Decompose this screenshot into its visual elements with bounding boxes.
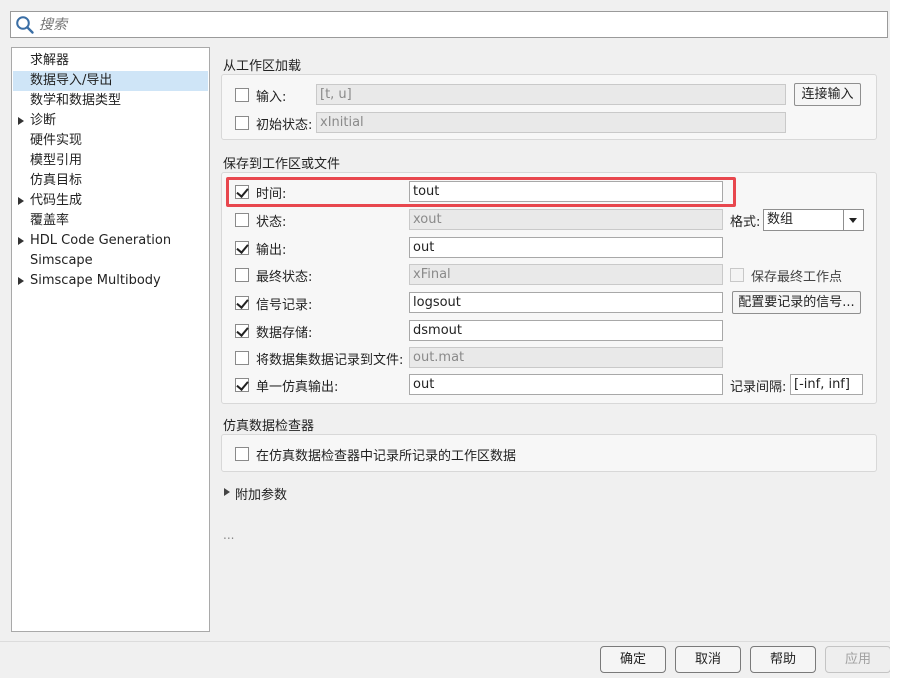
search-icon <box>16 16 34 34</box>
tree-item-label: 数学和数据类型 <box>30 93 122 108</box>
output-field[interactable]: out <box>409 237 723 258</box>
input-checkbox[interactable] <box>235 88 249 102</box>
section-title-load: 从工作区加载 <box>223 59 302 74</box>
single-output-checkbox[interactable] <box>235 378 249 392</box>
log-dataset-label: 将数据集数据记录到文件: <box>256 353 404 368</box>
expand-arrow-icon[interactable] <box>18 117 24 125</box>
final-states-label: 最终状态: <box>256 270 313 285</box>
tree-item-code-generation[interactable]: 代码生成 <box>13 191 208 211</box>
chevron-down-icon[interactable] <box>843 210 863 230</box>
category-tree: 求解器 数据导入/导出 数学和数据类型 诊断 硬件实现 模型引用 仿真目标 代码… <box>11 47 210 632</box>
tree-item-label: 诊断 <box>30 113 57 128</box>
single-output-field[interactable]: out <box>409 374 723 395</box>
single-output-label: 单一仿真输出: <box>256 380 339 395</box>
states-checkbox[interactable] <box>235 213 249 227</box>
additional-params-label[interactable]: 附加参数 <box>235 484 287 503</box>
format-label: 格式: <box>730 215 761 230</box>
output-label: 输出: <box>256 243 287 258</box>
sdi-record-label: 在仿真数据检查器中记录所记录的工作区数据 <box>256 449 517 464</box>
search-bar[interactable] <box>10 11 888 38</box>
help-button[interactable]: 帮助 <box>750 646 816 673</box>
tree-item-label: 仿真目标 <box>30 173 83 188</box>
tree-item-hardware-implementation[interactable]: 硬件实现 <box>13 131 208 151</box>
apply-button[interactable]: 应用 <box>825 646 891 673</box>
section-title-sdi: 仿真数据检查器 <box>223 419 315 434</box>
tree-item-label: Simscape Multibody <box>30 273 161 288</box>
save-final-op-checkbox[interactable] <box>730 268 744 282</box>
sdi-record-checkbox[interactable] <box>235 447 249 461</box>
tree-item-simulation-target[interactable]: 仿真目标 <box>13 171 208 191</box>
initial-state-checkbox[interactable] <box>235 116 249 130</box>
save-final-op-label: 保存最终工作点 <box>751 270 843 285</box>
cancel-button[interactable]: 取消 <box>675 646 741 673</box>
tree-item-label: 求解器 <box>30 53 70 68</box>
save-group <box>221 172 877 404</box>
section-title-save: 保存到工作区或文件 <box>223 157 341 172</box>
ok-button[interactable]: 确定 <box>600 646 666 673</box>
expand-arrow-icon[interactable] <box>18 277 24 285</box>
final-states-field[interactable]: xFinal <box>409 264 723 285</box>
states-field[interactable]: xout <box>409 209 723 230</box>
initial-state-label: 初始状态: <box>256 118 313 133</box>
format-value: 数组 <box>767 212 794 227</box>
tree-item-label: 覆盖率 <box>30 213 70 228</box>
input-label: 输入: <box>256 90 287 105</box>
expand-arrow-icon[interactable] <box>18 197 24 205</box>
logging-intervals-label: 记录间隔: <box>730 380 787 395</box>
initial-state-field[interactable]: xInitial <box>316 112 786 133</box>
tree-item-simscape-multibody[interactable]: Simscape Multibody <box>13 271 208 291</box>
tree-item-data-import-export[interactable]: 数据导入/导出 <box>13 71 208 91</box>
states-label: 状态: <box>256 215 287 230</box>
tree-item-label: Simscape <box>30 253 93 268</box>
logging-intervals-field[interactable]: [-inf, inf] <box>790 374 863 395</box>
output-checkbox[interactable] <box>235 241 249 255</box>
connect-input-button[interactable]: 连接输入 <box>794 83 861 106</box>
divider <box>0 641 890 642</box>
input-field[interactable]: [t, u] <box>316 84 786 105</box>
tree-item-simscape[interactable]: Simscape <box>13 251 208 271</box>
configuration-parameters-window: 求解器 数据导入/导出 数学和数据类型 诊断 硬件实现 模型引用 仿真目标 代码… <box>0 0 891 678</box>
tree-item-hdl-code-generation[interactable]: HDL Code Generation <box>13 231 208 251</box>
expand-arrow-icon[interactable] <box>18 237 24 245</box>
signal-logging-checkbox[interactable] <box>235 296 249 310</box>
tree-item-math-data-types[interactable]: 数学和数据类型 <box>13 91 208 111</box>
log-dataset-field[interactable]: out.mat <box>409 347 723 368</box>
tree-item-diagnostics[interactable]: 诊断 <box>13 111 208 131</box>
search-input[interactable] <box>37 14 877 35</box>
final-states-checkbox[interactable] <box>235 268 249 282</box>
log-dataset-checkbox[interactable] <box>235 351 249 365</box>
tree-item-solver[interactable]: 求解器 <box>13 51 208 71</box>
time-checkbox[interactable] <box>235 185 249 199</box>
ellipsis-text: ... <box>223 528 235 542</box>
tree-item-coverage[interactable]: 覆盖率 <box>13 211 208 231</box>
tree-item-model-referencing[interactable]: 模型引用 <box>13 151 208 171</box>
data-stores-label: 数据存储: <box>256 326 313 341</box>
tree-item-label: 硬件实现 <box>30 133 83 148</box>
data-stores-checkbox[interactable] <box>235 324 249 338</box>
tree-item-label: 数据导入/导出 <box>30 73 113 88</box>
time-field[interactable]: tout <box>409 181 723 202</box>
data-stores-field[interactable]: dsmout <box>409 320 723 341</box>
signal-logging-field[interactable]: logsout <box>409 292 723 313</box>
configure-signals-button[interactable]: 配置要记录的信号... <box>732 291 861 314</box>
format-select[interactable]: 数组 <box>763 209 864 231</box>
tree-item-label: 代码生成 <box>30 193 83 208</box>
signal-logging-label: 信号记录: <box>256 298 313 313</box>
window-edge <box>890 0 898 678</box>
tree-item-label: HDL Code Generation <box>30 233 172 248</box>
time-label: 时间: <box>256 187 287 202</box>
tree-item-label: 模型引用 <box>30 153 83 168</box>
expand-arrow-icon[interactable] <box>224 488 230 496</box>
